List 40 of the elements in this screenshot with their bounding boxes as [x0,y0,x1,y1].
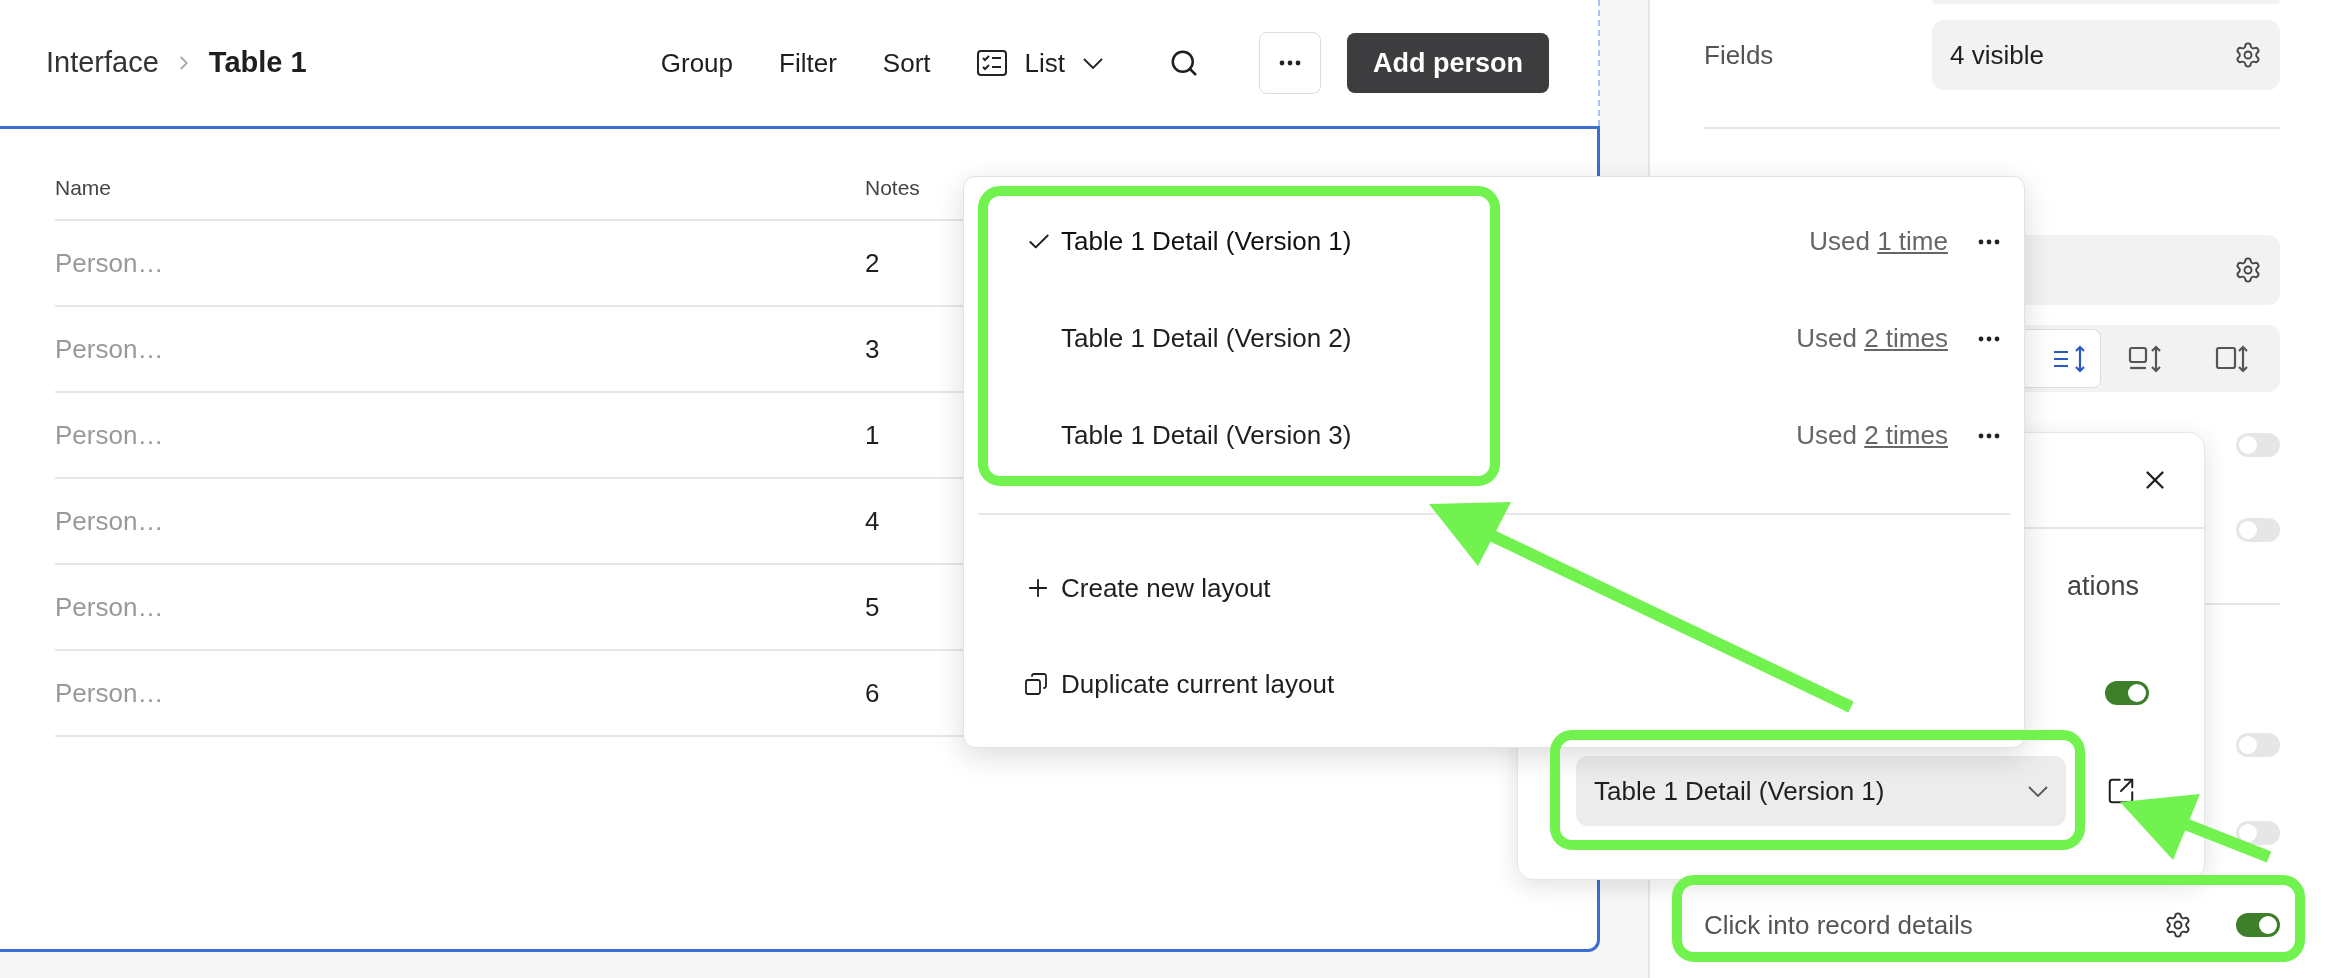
table-cell-text: Person… [55,246,165,280]
table-cell-text: 1 [865,418,880,452]
toolbar-button[interactable]: Sort [882,43,931,83]
usage-link[interactable]: 2 times [1864,323,1948,353]
table-cell-text: Person… [55,332,165,366]
table-cell-text: Person… [55,590,165,624]
table-cell-text: 3 [865,332,880,366]
view-dropdown[interactable]: List [976,43,1103,83]
table-cell-text: Person… [55,676,165,710]
toolbar-button[interactable]: Filter [779,43,837,83]
usage-link[interactable]: 2 times [1864,420,1948,450]
usage-text: Used 2 times [1796,419,1948,452]
menu-item-label: Table 1 Detail (Version 2) [1061,322,1352,355]
table-cell-text: Person… [55,418,165,452]
page-title: Table 1 [208,45,307,81]
menu-item[interactable]: Table 1 Detail (Version 2) Used 2 times [964,290,2024,387]
usage-text: Used 2 times [1796,322,1948,355]
option-label: ations [2066,569,2139,603]
usage-link[interactable]: 1 time [1877,226,1948,256]
menu-item-label: Table 1 Detail (Version 1) [1061,225,1352,258]
table-cell-text: 2 [865,246,880,280]
toolbar-button[interactable]: Group [660,43,734,83]
field-label: Fields [1704,38,1775,72]
add-person-button[interactable]: Add person [1347,33,1549,93]
breadcrumb-link[interactable]: Interface [46,41,159,85]
menu-item[interactable]: Table 1 Detail (Version 1) Used 1 time [964,193,2024,290]
column-header: Notes [865,174,920,201]
table-cell-text: 5 [865,590,880,624]
menu-item[interactable]: Duplicate current layout [964,636,2024,732]
menu-item[interactable]: Create new layout [964,540,2024,636]
usage-text: Used 1 time [1809,225,1948,258]
fields-selector[interactable]: 4 visible [1932,20,2280,90]
column-header: Name [55,174,113,201]
setting-label: Click into record details [1704,908,1974,942]
table-cell-text: Person… [55,504,165,538]
layout-select[interactable]: Table 1 Detail (Version 1) [1576,756,2066,826]
menu-item-label: Table 1 Detail (Version 3) [1061,419,1352,452]
table-cell-text: 6 [865,676,880,710]
table-cell-text: 4 [865,504,880,538]
menu-item[interactable]: Table 1 Detail (Version 3) Used 2 times [964,387,2024,484]
